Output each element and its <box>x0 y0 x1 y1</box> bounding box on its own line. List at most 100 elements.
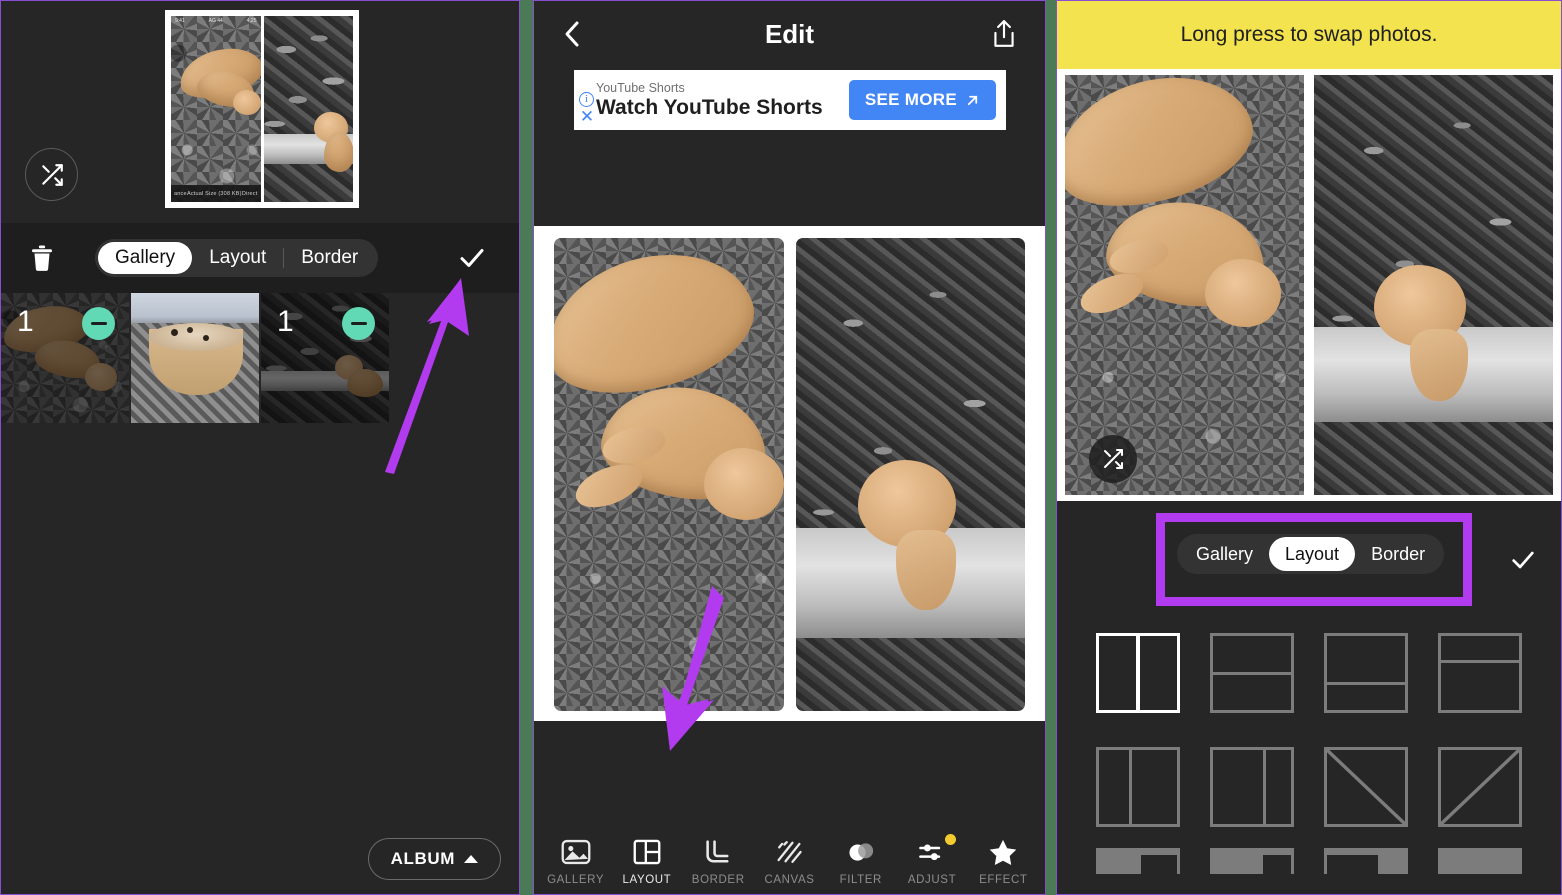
tab-filter-label: FILTER <box>839 874 882 886</box>
thumb-count-badge: 1 <box>277 305 294 338</box>
layout-two-columns-left-narrow[interactable] <box>1096 747 1180 828</box>
remove-photo-button[interactable] <box>342 307 375 340</box>
layout-option[interactable] <box>1195 847 1309 894</box>
preview-caption-left: ance <box>174 190 187 197</box>
external-link-icon <box>967 95 978 105</box>
collage-pane-right[interactable] <box>795 238 1025 711</box>
preview-photo-left: 9:41 AG 44 4,25 ance Actual Size (308 KB… <box>171 16 261 202</box>
layout-option[interactable] <box>1309 619 1423 733</box>
screenshot-stage: 9:41 AG 44 4,25 ance Actual Size (308 KB… <box>0 0 1562 895</box>
tab-effect-label: EFFECT <box>979 874 1028 886</box>
layout-grid-icon <box>633 837 661 867</box>
layout-two-columns-equal[interactable] <box>1096 633 1180 713</box>
remove-photo-button[interactable] <box>82 307 115 340</box>
layout-two-rows-equal[interactable] <box>1210 633 1294 713</box>
layout-panel: Gallery Layout Border <box>1057 501 1561 894</box>
info-icon[interactable]: i <box>579 92 594 107</box>
layout-diagonal-down[interactable] <box>1324 747 1408 828</box>
ad-banner[interactable]: i ✕ YouTube Shorts Watch YouTube Shorts … <box>574 70 1006 130</box>
collage-canvas[interactable] <box>534 226 1045 723</box>
tab-border[interactable]: Border <box>1355 537 1441 571</box>
tab-adjust[interactable]: ADJUST <box>898 834 966 886</box>
diagonal-stripes-icon <box>774 837 804 867</box>
gallery-empty-area: ALBUM <box>1 423 519 894</box>
layout-option[interactable] <box>1081 847 1195 894</box>
layout-template-grid <box>1057 619 1561 894</box>
album-button[interactable]: ALBUM <box>367 838 501 880</box>
layout-option[interactable] <box>1309 847 1423 894</box>
list-item[interactable]: 1 <box>261 293 389 423</box>
layout-two-rows-top-large[interactable] <box>1324 633 1408 713</box>
list-item[interactable]: 1 <box>1 293 129 423</box>
preview-status-center: AG 44 <box>208 18 223 24</box>
layout-diagonal-up[interactable] <box>1438 747 1522 828</box>
tab-gallery[interactable]: Gallery <box>98 242 193 274</box>
tab-effect[interactable]: EFFECT <box>969 837 1037 886</box>
tab-filter[interactable]: FILTER <box>827 837 895 886</box>
collage-preview-thumbnail[interactable]: 9:41 AG 44 4,25 ance Actual Size (308 KB… <box>165 10 359 208</box>
layout-option[interactable] <box>1423 619 1537 733</box>
layout-segmented-control: Gallery Layout Border <box>1177 534 1445 574</box>
editor-header: Edit <box>534 1 1045 67</box>
panel-gallery-tab: 9:41 AG 44 4,25 ance Actual Size (308 KB… <box>0 0 520 895</box>
panel-divider-1 <box>521 0 532 895</box>
tab-canvas-label: CANVAS <box>764 874 815 886</box>
diagonal-line-up-icon <box>1441 750 1519 825</box>
tab-canvas[interactable]: CANVAS <box>755 837 823 886</box>
collage-canvas[interactable] <box>1057 69 1561 501</box>
ad-headline: Watch YouTube Shorts <box>596 95 823 119</box>
share-icon[interactable] <box>991 19 1017 49</box>
tab-gallery-label: GALLERY <box>547 874 605 886</box>
adjust-notification-dot <box>945 834 957 845</box>
check-icon[interactable] <box>1507 546 1539 574</box>
layout-option[interactable] <box>1195 619 1309 733</box>
layout-option[interactable] <box>1081 619 1195 733</box>
tab-border[interactable]: BORDER <box>684 837 752 886</box>
tab-layout[interactable]: LAYOUT <box>613 837 681 886</box>
sliders-icon <box>917 837 947 867</box>
preview-phone-status: 9:41 AG 44 4,25 <box>171 16 261 26</box>
gallery-segmented-control: Gallery Layout Border <box>95 239 379 277</box>
tab-adjust-label: ADJUST <box>907 874 957 886</box>
collage-pane-right[interactable] <box>1314 75 1553 495</box>
list-item[interactable] <box>131 293 259 423</box>
layout-partial-4[interactable] <box>1438 847 1522 874</box>
layout-option[interactable] <box>1423 733 1537 847</box>
tab-layout[interactable]: Layout <box>192 242 283 274</box>
layout-option[interactable] <box>1195 733 1309 847</box>
shuffle-icon[interactable] <box>25 148 78 201</box>
close-icon[interactable]: ✕ <box>579 108 595 125</box>
tab-gallery[interactable]: GALLERY <box>542 837 610 886</box>
layout-option[interactable] <box>1309 733 1423 847</box>
layout-partial-2[interactable] <box>1210 847 1294 874</box>
chevron-up-icon <box>464 855 478 863</box>
thumb-count-badge: 1 <box>17 305 34 338</box>
layout-two-columns-right-narrow[interactable] <box>1210 747 1294 828</box>
check-icon[interactable] <box>455 243 489 273</box>
panel-editor-main: Edit i ✕ YouTube Shorts Watch YouTube Sh… <box>533 0 1046 895</box>
layout-option[interactable] <box>1081 733 1195 847</box>
layout-partial-3[interactable] <box>1324 847 1408 874</box>
ad-cta-button[interactable]: SEE MORE <box>848 80 996 120</box>
collage-pane-left[interactable] <box>554 238 784 711</box>
trash-icon[interactable] <box>27 242 57 274</box>
gallery-toolbar: Gallery Layout Border <box>1 223 519 293</box>
page-title: Edit <box>764 18 815 49</box>
tab-border[interactable]: Border <box>284 242 375 274</box>
corner-radius-icon <box>703 837 733 867</box>
toast-message: Long press to swap photos. <box>1057 1 1561 69</box>
ad-cta-label: SEE MORE <box>864 90 957 109</box>
ad-text: YouTube Shorts Watch YouTube Shorts <box>596 81 849 120</box>
layout-partial-1[interactable] <box>1096 847 1180 874</box>
gallery-thumbnail-strip: 1 1 <box>1 293 519 423</box>
layout-option[interactable] <box>1423 847 1537 894</box>
tab-layout-label: LAYOUT <box>622 874 672 886</box>
tab-layout[interactable]: Layout <box>1269 537 1356 571</box>
editor-tool-tabs: GALLERY LAYOUT BORDER CANVAS FILTER ADJU… <box>534 834 1045 886</box>
collage-pane-left[interactable] <box>1065 75 1304 495</box>
preview-photo-right <box>263 16 353 202</box>
tab-gallery[interactable]: Gallery <box>1180 537 1269 571</box>
shuffle-icon[interactable] <box>1089 435 1137 483</box>
layout-two-rows-bottom-large[interactable] <box>1438 633 1522 713</box>
panel-layout-tab: Long press to swap photos. Gallery Layou… <box>1056 0 1562 895</box>
